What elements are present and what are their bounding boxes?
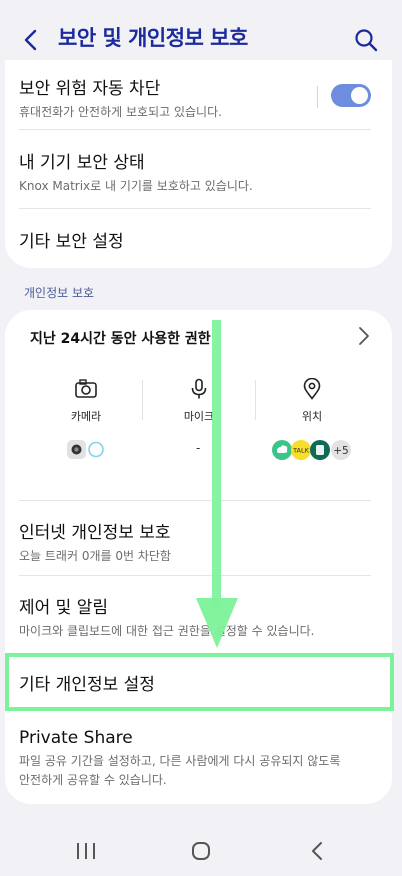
private-share-subtitle-1: 파일 공유 기간을 설정하고, 다른 사람에게 다시 공유되지 않도록 [19,754,341,768]
auto-blocker-subtitle: 휴대전화가 안전하게 보호되고 있습니다. [19,105,222,119]
internet-privacy-title: 인터넷 개인정보 보호 [19,523,171,543]
divider [19,500,371,501]
svg-text:TALK: TALK [292,447,310,455]
more-apps-count: +5 [333,445,348,457]
camera-label: 카메라 [70,410,102,423]
annotation-highlight-box [5,653,394,711]
auto-blocker-item[interactable]: 보안 위험 자동 차단 휴대전화가 안전하게 보호되고 있습니다. [19,74,222,120]
location-apps: TALK +5 [272,440,351,460]
back-nav-icon[interactable] [312,842,322,860]
microphone-label: 마이크 [183,410,215,423]
camera-app2-icon [88,441,104,458]
chevron-left-icon[interactable] [18,26,46,54]
location-label: 위치 [301,410,323,423]
controls-alerts-subtitle: 마이크와 클립보드에 대한 접근 권한을 설정할 수 있습니다. [19,624,315,638]
controls-alerts-item[interactable]: 제어 및 알림 마이크와 클립보드에 대한 접근 권한을 설정할 수 있습니다. [19,593,314,639]
microphone-icon [191,378,207,399]
location-pin-icon [303,378,321,400]
private-share-subtitle-2: 안전하게 공유할 수 있습니다. [19,773,167,787]
auto-blocker-toggle[interactable] [331,84,371,107]
other-security-item[interactable]: 기타 보안 설정 [19,227,124,252]
privacy-section-label: 개인정보 보호 [24,286,95,300]
toggle-knob [351,87,368,104]
internet-privacy-item[interactable]: 인터넷 개인정보 보호 오늘 트래커 0개를 0번 차단함 [19,518,171,564]
recents-icon[interactable] [77,843,95,859]
device-security-subtitle: Knox Matrix로 내 기기를 보호하고 있습니다. [19,179,253,193]
permission-camera[interactable]: 카메라 [30,378,142,424]
camera-icon [75,379,97,398]
microphone-apps-none: - [196,441,201,455]
chevron-right-icon[interactable] [356,326,372,346]
search-icon[interactable] [352,26,380,54]
camera-apps [67,440,104,459]
device-security-title: 내 기기 보안 상태 [19,153,145,173]
navigation-bar [77,842,322,860]
permission-location[interactable]: 위치 [256,378,368,424]
page-title: 보안 및 개인정보 보호 [58,26,248,50]
other-security-title: 기타 보안 설정 [19,232,124,252]
divider [19,575,371,576]
internet-privacy-subtitle: 오늘 트래커 0개를 0번 차단함 [19,549,171,563]
toggle-separator [317,86,318,108]
permissions-used-title[interactable]: 지난 24시간 동안 사용한 권한 [30,328,211,348]
permission-microphone[interactable]: 마이크 [143,378,255,424]
private-share-title: Private Share [19,728,133,748]
home-icon[interactable] [192,842,210,860]
controls-alerts-title: 제어 및 알림 [19,598,109,618]
auto-blocker-title: 보안 위험 자동 차단 [19,79,161,99]
device-security-item[interactable]: 내 기기 보안 상태 Knox Matrix로 내 기기를 보호하고 있습니다. [19,148,253,194]
divider [19,129,371,130]
divider [19,208,371,209]
private-share-item[interactable]: Private Share 파일 공유 기간을 설정하고, 다른 사람에게 다시… [19,728,340,788]
